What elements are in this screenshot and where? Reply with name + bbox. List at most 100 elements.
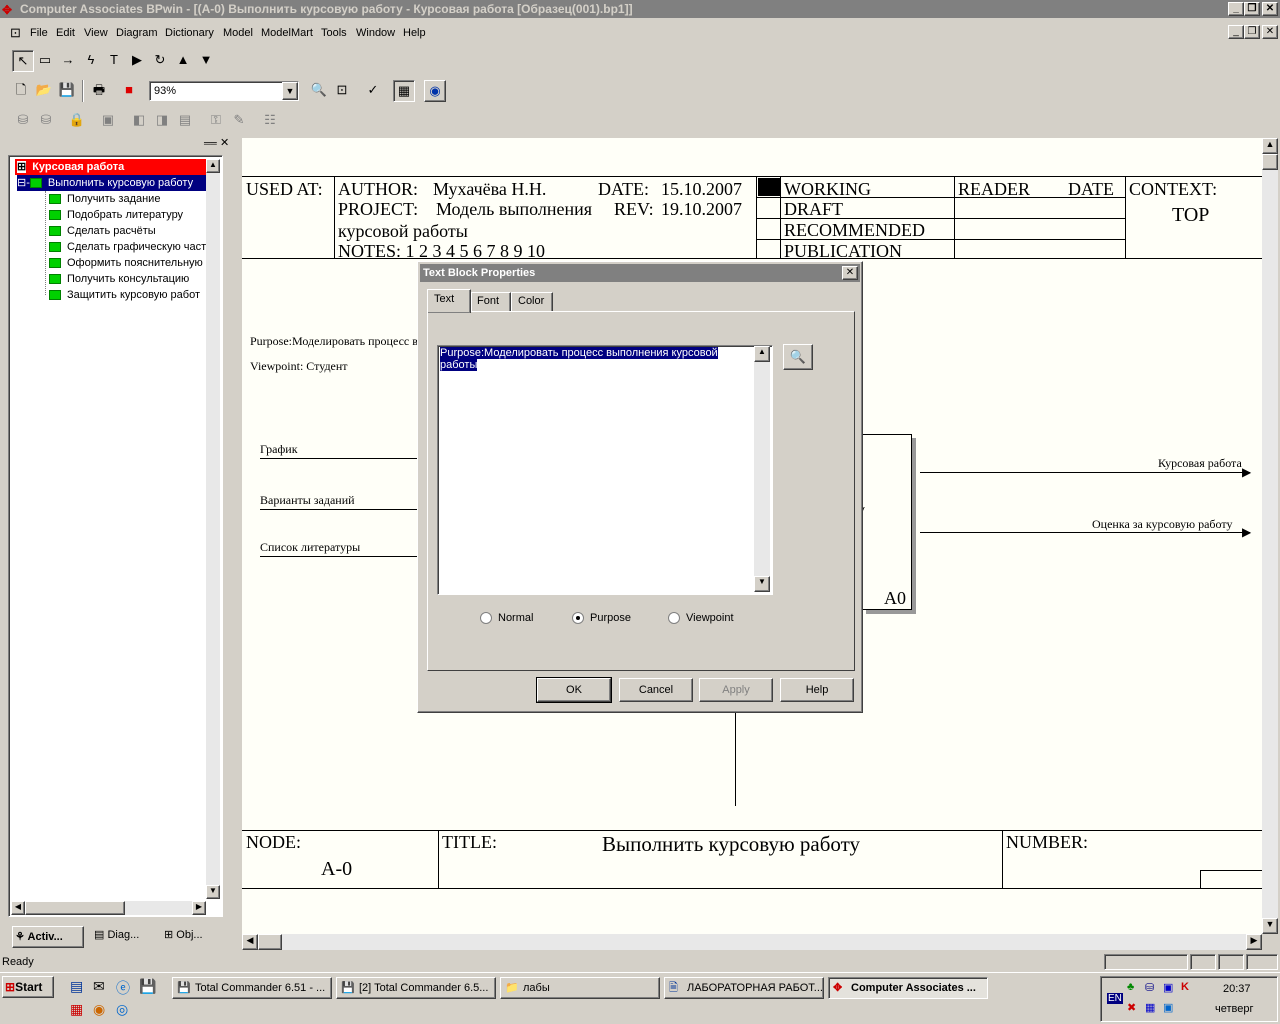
- tab-objects[interactable]: ⊞ Obj...: [160, 926, 226, 946]
- tab-text[interactable]: Text: [427, 289, 471, 313]
- tab-activities[interactable]: ⚘ Activ...: [12, 926, 84, 948]
- scroll-thumb[interactable]: [25, 901, 125, 915]
- mdi-restore-icon[interactable]: ❐: [1244, 25, 1260, 39]
- close-icon[interactable]: ✕: [1262, 2, 1278, 16]
- menu-model[interactable]: Model: [223, 27, 253, 39]
- input-label[interactable]: График: [260, 442, 298, 457]
- tab-font[interactable]: Font: [471, 292, 511, 312]
- quicklaunch-icon[interactable]: ▦: [70, 1001, 83, 1018]
- radio-purpose[interactable]: Purpose: [572, 612, 631, 625]
- activity-box[interactable]: [862, 434, 912, 610]
- input-label[interactable]: Список литературы: [260, 540, 360, 555]
- squiggle-tool-icon[interactable]: ϟ: [80, 50, 102, 72]
- zoom-fit-icon[interactable]: ⊡: [331, 80, 353, 102]
- menu-view[interactable]: View: [84, 27, 108, 39]
- menu-tools[interactable]: Tools: [321, 27, 347, 39]
- menu-diagram[interactable]: Diagram: [116, 27, 158, 39]
- output-label[interactable]: Оценка за курсовую работу: [1092, 517, 1232, 532]
- canvas-vscrollbar[interactable]: ▲ ▼: [1262, 138, 1278, 934]
- restore-icon[interactable]: ❐: [1244, 2, 1260, 16]
- task-total-commander-1[interactable]: 💾 Total Commander 6.51 - ...: [172, 977, 332, 999]
- ie-icon[interactable]: ⓔ: [116, 978, 130, 998]
- tree-hscrollbar[interactable]: ◀ ▶: [11, 901, 206, 915]
- quicklaunch-icon[interactable]: ◉: [93, 1001, 105, 1018]
- chevron-down-icon[interactable]: ▼: [282, 82, 298, 100]
- go-to-child-icon[interactable]: ▶: [126, 50, 148, 72]
- modelmart-icon[interactable]: ◉: [424, 80, 446, 102]
- tray-icon[interactable]: ✖: [1127, 1001, 1136, 1014]
- zoom-select[interactable]: 93% ▼: [149, 81, 299, 101]
- task-bpwin[interactable]: ✥ Computer Associates ...: [828, 977, 988, 999]
- quicklaunch-icon[interactable]: ✉: [93, 978, 105, 995]
- menu-edit[interactable]: Edit: [56, 27, 75, 39]
- spell-check-icon[interactable]: ✓: [362, 80, 384, 102]
- menu-modelmart[interactable]: ModelMart: [261, 27, 313, 39]
- menu-window[interactable]: Window: [356, 27, 395, 39]
- canvas-hscrollbar[interactable]: ◀ ▶: [242, 934, 1262, 950]
- minimize-icon[interactable]: _: [1228, 2, 1244, 16]
- tree-item-selected[interactable]: ⊟- Выполнить курсовую работу: [17, 175, 211, 191]
- tree-root[interactable]: ⊞ Курсовая работа: [15, 159, 211, 175]
- menu-dictionary[interactable]: Dictionary: [165, 27, 214, 39]
- print-icon[interactable]: 🖶: [88, 80, 110, 102]
- tray-icon[interactable]: ▦: [1145, 1001, 1155, 1014]
- tree-item[interactable]: Защитить курсовую работ: [49, 287, 207, 303]
- ok-button[interactable]: OK: [536, 677, 612, 703]
- mdi-close-icon[interactable]: ✕: [1262, 25, 1278, 39]
- start-button[interactable]: ⊞Start: [2, 976, 54, 998]
- tray-icon[interactable]: ♣: [1127, 981, 1134, 993]
- box-tool-icon[interactable]: ▭: [34, 50, 56, 72]
- radio-normal[interactable]: Normal: [480, 612, 533, 625]
- menu-help[interactable]: Help: [403, 27, 426, 39]
- scroll-up-icon[interactable]: ▲: [206, 159, 220, 173]
- scroll-thumb[interactable]: [258, 934, 282, 950]
- pointer-tool-icon[interactable]: ↖: [12, 50, 34, 72]
- tree-item[interactable]: Сделать графическую част: [49, 239, 207, 255]
- tray-icon[interactable]: ⛁: [1145, 981, 1154, 994]
- task-folder[interactable]: 📁 лабы: [500, 977, 660, 999]
- quicklaunch-icon[interactable]: ◎: [116, 1001, 128, 1018]
- scroll-down-icon[interactable]: ▼: [1262, 918, 1278, 934]
- clock-time[interactable]: 20:37: [1223, 983, 1251, 995]
- task-word-doc[interactable]: 🗎 ЛАБОРАТОРНАЯ РАБОТ...: [664, 977, 824, 999]
- scroll-left-icon[interactable]: ◀: [11, 901, 25, 915]
- open-icon[interactable]: 📂: [33, 80, 55, 102]
- scroll-thumb[interactable]: [1262, 154, 1278, 170]
- purpose-text[interactable]: Purpose:Моделировать процесс в: [250, 334, 418, 349]
- text-area-scrollbar[interactable]: ▲ ▼: [754, 346, 770, 592]
- mdi-minimize-icon[interactable]: _: [1228, 25, 1244, 39]
- scroll-right-icon[interactable]: ▶: [1246, 934, 1262, 950]
- dialog-close-icon[interactable]: ✕: [842, 266, 858, 280]
- scroll-up-icon[interactable]: ▲: [754, 346, 770, 362]
- scroll-down-icon[interactable]: ▼: [206, 885, 220, 899]
- tray-icon[interactable]: ▣: [1163, 1001, 1173, 1014]
- tray-icon[interactable]: ▣: [1163, 981, 1173, 994]
- quicklaunch-icon[interactable]: 💾: [139, 978, 156, 995]
- color-icon[interactable]: ■: [118, 80, 140, 102]
- tree-vscrollbar[interactable]: ▲ ▼: [206, 159, 220, 899]
- zoom-in-icon[interactable]: 🔍: [308, 80, 330, 102]
- model-explorer-icon[interactable]: ▦: [393, 80, 415, 102]
- scroll-right-icon[interactable]: ▶: [192, 901, 206, 915]
- magnify-icon[interactable]: 🔍: [783, 344, 813, 370]
- down-triangle-icon[interactable]: ▼: [195, 50, 217, 72]
- arrow-tool-icon[interactable]: →: [57, 50, 79, 72]
- panel-close-icon[interactable]: ✕: [220, 136, 229, 149]
- help-button[interactable]: Help: [780, 678, 854, 702]
- output-label[interactable]: Курсовая работа: [1158, 456, 1242, 471]
- task-total-commander-2[interactable]: 💾 [2] Total Commander 6.5...: [336, 977, 496, 999]
- radio-viewpoint[interactable]: Viewpoint: [668, 612, 734, 625]
- tree-item[interactable]: Оформить пояснительную: [49, 255, 207, 271]
- scroll-up-icon[interactable]: ▲: [1262, 138, 1278, 154]
- input-label[interactable]: Варианты заданий: [260, 493, 355, 508]
- save-icon[interactable]: 💾: [56, 80, 78, 102]
- up-triangle-icon[interactable]: ▲: [172, 50, 194, 72]
- tab-diagrams[interactable]: ▤ Diag...: [90, 926, 156, 946]
- new-icon[interactable]: 🗋: [10, 80, 32, 102]
- lang-indicator[interactable]: EN: [1107, 993, 1123, 1004]
- tab-color[interactable]: Color: [511, 292, 553, 312]
- quicklaunch-icon[interactable]: ▤: [70, 978, 83, 995]
- viewpoint-text[interactable]: Viewpoint: Студент: [250, 359, 348, 374]
- rotate-icon[interactable]: ↻: [149, 50, 171, 72]
- scroll-left-icon[interactable]: ◀: [242, 934, 258, 950]
